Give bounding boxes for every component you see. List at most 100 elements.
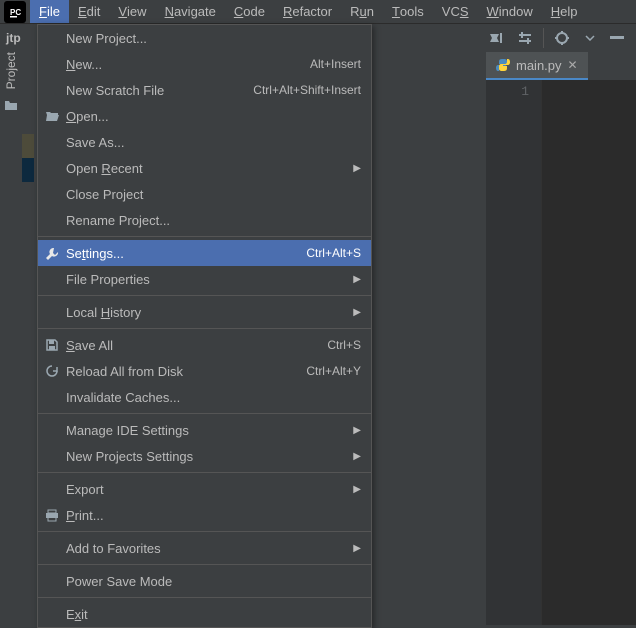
menu-shortcut: Ctrl+S: [327, 338, 361, 352]
menu-item-label: File Properties: [66, 272, 150, 287]
chevron-down-icon[interactable]: [578, 26, 602, 50]
menu-item-add-to-favorites[interactable]: Add to Favorites ▶: [38, 535, 371, 561]
sidebar-peek: [22, 52, 34, 182]
build-icon[interactable]: [485, 26, 509, 50]
menubar-item-window[interactable]: Window: [478, 0, 542, 23]
submenu-arrow-icon: ▶: [353, 425, 361, 436]
menu-item-power-save-mode[interactable]: Power Save Mode: [38, 568, 371, 594]
menu-separator: [38, 531, 371, 532]
menu-item-new-projects-settings[interactable]: New Projects Settings ▶: [38, 443, 371, 469]
menu-item-label: Invalidate Caches...: [66, 390, 180, 405]
toolbar-right: [483, 24, 630, 52]
menu-item-open-recent[interactable]: Open Recent ▶: [38, 155, 371, 181]
menu-item-save-as[interactable]: Save As...: [38, 129, 371, 155]
menubar-item-edit[interactable]: Edit: [69, 0, 109, 23]
submenu-arrow-icon: ▶: [353, 543, 361, 554]
print-icon: [44, 507, 60, 523]
menu-item-manage-ide-settings[interactable]: Manage IDE Settings ▶: [38, 417, 371, 443]
menubar-item-help[interactable]: Help: [542, 0, 587, 23]
project-folder-icon[interactable]: [4, 99, 18, 111]
menu-item-save-all[interactable]: Save All Ctrl+S: [38, 332, 371, 358]
gear-icon[interactable]: [550, 26, 574, 50]
submenu-arrow-icon: ▶: [353, 274, 361, 285]
svg-text:PC: PC: [10, 8, 21, 17]
menu-item-label: Save As...: [66, 135, 125, 150]
menu-item-label: Manage IDE Settings: [66, 423, 189, 438]
submenu-arrow-icon: ▶: [353, 163, 361, 174]
app-icon: PC: [4, 1, 26, 23]
menu-item-label: Print...: [66, 508, 104, 523]
menu-item-label: New Project...: [66, 31, 147, 46]
wrench-icon: [44, 245, 60, 261]
menu-item-label: Open Recent: [66, 161, 143, 176]
menu-separator: [38, 413, 371, 414]
menu-item-label: New Scratch File: [66, 83, 164, 98]
menu-item-new[interactable]: New... Alt+Insert: [38, 51, 371, 77]
menu-separator: [38, 564, 371, 565]
menu-separator: [38, 328, 371, 329]
editor-gutter: 1: [486, 80, 542, 625]
menu-item-label: Settings...: [66, 246, 124, 261]
menu-item-label: Close Project: [66, 187, 143, 202]
menu-item-label: Power Save Mode: [66, 574, 172, 589]
menu-item-invalidate-caches[interactable]: Invalidate Caches...: [38, 384, 371, 410]
menu-item-export[interactable]: Export ▶: [38, 476, 371, 502]
menubar-item-view[interactable]: View: [109, 0, 155, 23]
submenu-arrow-icon: ▶: [353, 484, 361, 495]
menu-item-local-history[interactable]: Local History ▶: [38, 299, 371, 325]
breadcrumb[interactable]: jtp: [6, 31, 21, 45]
collapse-icon[interactable]: [610, 36, 624, 40]
menu-item-label: Save All: [66, 338, 113, 353]
file-menu-dropdown: New Project... New... Alt+Insert New Scratc…: [37, 24, 372, 628]
left-tool-rail: Project: [0, 52, 22, 172]
menu-shortcut: Ctrl+Alt+Y: [306, 364, 361, 378]
menu-item-label: Local History: [66, 305, 141, 320]
menu-item-label: Exit: [66, 607, 88, 622]
menu-item-exit[interactable]: Exit: [38, 601, 371, 627]
menubar-item-navigate[interactable]: Navigate: [156, 0, 225, 23]
menu-shortcut: Alt+Insert: [310, 57, 361, 71]
menu-item-label: Export: [66, 482, 104, 497]
reload-icon: [44, 363, 60, 379]
menubar: PC FileEditViewNavigateCodeRefactorRunTo…: [0, 0, 636, 24]
menu-shortcut: Ctrl+Alt+S: [306, 246, 361, 260]
menubar-item-run[interactable]: Run: [341, 0, 383, 23]
menu-separator: [38, 472, 371, 473]
close-icon[interactable]: ✕: [568, 58, 578, 72]
editor-tabs: main.py ✕: [486, 52, 636, 80]
menu-item-label: New Projects Settings: [66, 449, 193, 464]
menu-item-label: Reload All from Disk: [66, 364, 183, 379]
submenu-arrow-icon: ▶: [353, 451, 361, 462]
menu-item-label: Rename Project...: [66, 213, 170, 228]
toolbar-separator: [543, 28, 544, 48]
menu-shortcut: Ctrl+Alt+Shift+Insert: [253, 83, 361, 97]
menubar-item-tools[interactable]: Tools: [383, 0, 433, 23]
menubar-item-vcs[interactable]: VCS: [433, 0, 478, 23]
submenu-arrow-icon: ▶: [353, 307, 361, 318]
menu-item-file-properties[interactable]: File Properties ▶: [38, 266, 371, 292]
menu-item-reload-all-from-disk[interactable]: Reload All from Disk Ctrl+Alt+Y: [38, 358, 371, 384]
menu-separator: [38, 295, 371, 296]
python-file-icon: [496, 58, 510, 72]
editor-tab-label: main.py: [516, 58, 562, 73]
sliders-icon[interactable]: [513, 26, 537, 50]
menu-item-open[interactable]: Open...: [38, 103, 371, 129]
folder-open-icon: [44, 108, 60, 124]
menubar-item-code[interactable]: Code: [225, 0, 274, 23]
menu-separator: [38, 597, 371, 598]
menu-item-label: Add to Favorites: [66, 541, 161, 556]
editor-tab-main[interactable]: main.py ✕: [486, 52, 588, 80]
menubar-item-file[interactable]: File: [30, 0, 69, 23]
menu-item-rename-project[interactable]: Rename Project...: [38, 207, 371, 233]
menu-item-settings[interactable]: Settings... Ctrl+Alt+S: [38, 240, 371, 266]
save-icon: [44, 337, 60, 353]
menu-item-close-project[interactable]: Close Project: [38, 181, 371, 207]
editor-area[interactable]: 1: [486, 52, 636, 625]
menu-item-label: Open...: [66, 109, 109, 124]
menubar-item-refactor[interactable]: Refactor: [274, 0, 341, 23]
menu-item-label: New...: [66, 57, 102, 72]
menu-item-print[interactable]: Print...: [38, 502, 371, 528]
menu-item-new-scratch-file[interactable]: New Scratch File Ctrl+Alt+Shift+Insert: [38, 77, 371, 103]
menu-item-new-project[interactable]: New Project...: [38, 25, 371, 51]
project-tool-window-button[interactable]: Project: [4, 52, 18, 89]
